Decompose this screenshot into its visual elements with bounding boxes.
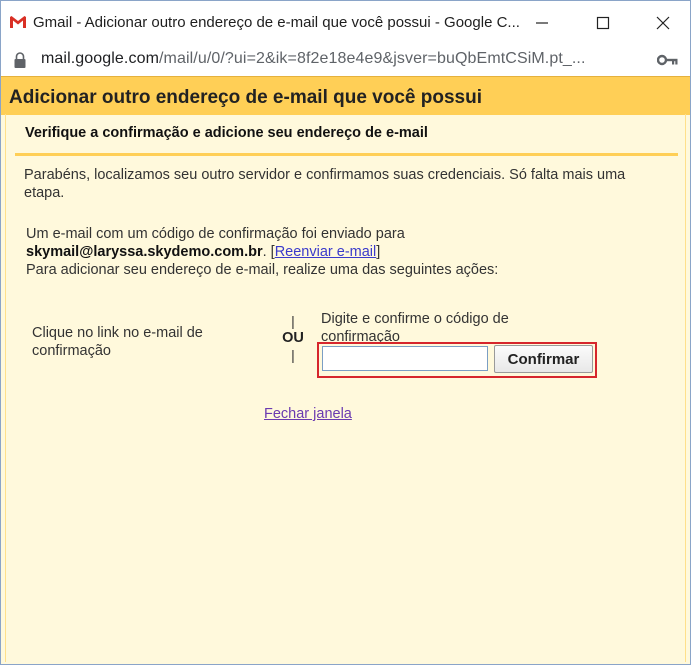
- url-host: mail.google.com: [41, 50, 159, 67]
- confirmation-code-input[interactable]: [322, 346, 488, 371]
- key-icon[interactable]: [657, 53, 679, 67]
- or-label: OU: [282, 330, 304, 346]
- resend-email-link[interactable]: Reenviar e-mail: [275, 244, 377, 260]
- sent-text: Um e-mail com um código de confirmação f…: [26, 226, 405, 242]
- dialog-title: Adicionar outro endereço de e-mail que v…: [9, 87, 482, 108]
- intro-text: Parabéns, localizamos seu outro servidor…: [24, 167, 626, 201]
- maximize-icon[interactable]: [591, 11, 615, 35]
- or-bar-bottom: |: [291, 347, 295, 363]
- step-title: Verifique a confirmação e adicione seu e…: [25, 125, 428, 141]
- lock-icon[interactable]: [13, 51, 27, 69]
- divider: [15, 153, 678, 156]
- option-click-link: Clique no link no e-mail de confirmação: [32, 325, 203, 359]
- minimize-icon[interactable]: [530, 11, 554, 35]
- title-bar: Gmail - Adicionar outro endereço de e-ma…: [1, 1, 690, 45]
- window-title: Gmail - Adicionar outro endereço de e-ma…: [33, 14, 520, 31]
- dialog-header: Adicionar outro endereço de e-mail que v…: [1, 76, 690, 115]
- gmail-logo: [9, 15, 27, 29]
- url-path: /mail/u/0/?ui=2&ik=8f2e18e4e9&jsver=buQb…: [159, 50, 586, 67]
- instruction-text: Para adicionar seu endereço de e-mail, r…: [26, 262, 499, 278]
- close-icon[interactable]: [651, 11, 675, 35]
- sent-info: Um e-mail com um código de confirmação f…: [26, 225, 666, 279]
- resend-close: ]: [376, 244, 381, 260]
- confirm-button[interactable]: Confirmar: [494, 345, 593, 373]
- address-bar[interactable]: mail.google.com/mail/u/0/?ui=2&ik=8f2e18…: [1, 45, 690, 75]
- url-text[interactable]: mail.google.com/mail/u/0/?ui=2&ik=8f2e18…: [41, 50, 641, 68]
- panel-border: [685, 114, 686, 662]
- email-address: skymail@laryssa.skydemo.com.br: [26, 244, 263, 260]
- dialog-content: Adicionar outro endereço de e-mail que v…: [1, 76, 690, 664]
- popup-window: Gmail - Adicionar outro endereço de e-ma…: [0, 0, 691, 665]
- option-enter-code-label: Digite e confirme o código de confirmaçã…: [321, 311, 509, 345]
- or-bar-top: |: [291, 313, 295, 329]
- or-separator: | OU |: [277, 314, 309, 362]
- resend-open: . [: [262, 244, 275, 260]
- close-window-link[interactable]: Fechar janela: [264, 406, 352, 422]
- panel-border: [5, 114, 6, 662]
